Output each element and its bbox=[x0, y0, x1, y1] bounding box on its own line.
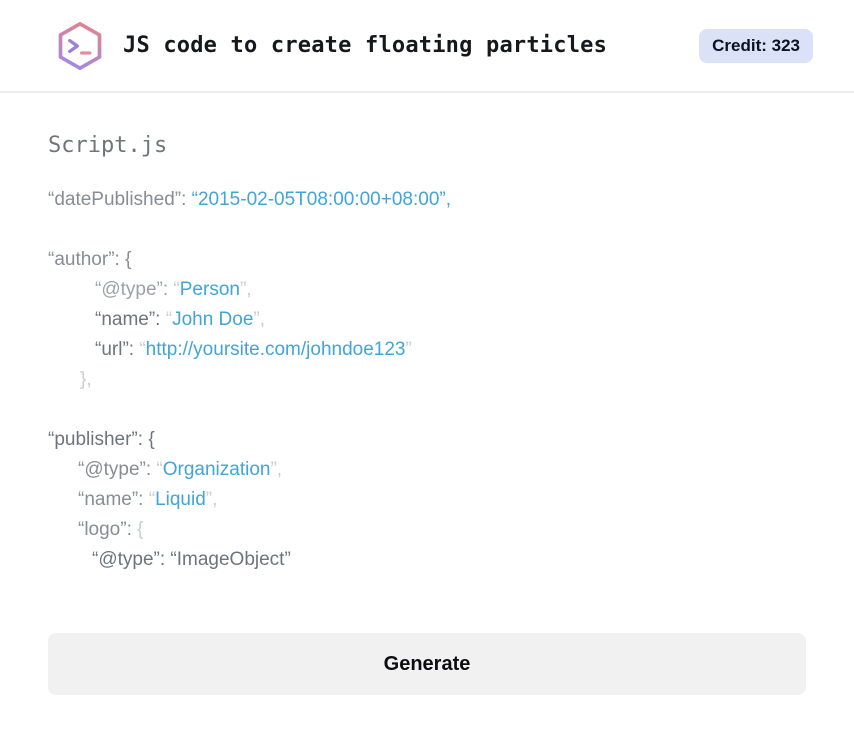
code-segment: “url”: bbox=[95, 339, 140, 360]
code-segment: “name”: bbox=[95, 309, 166, 330]
main-content: Script.js “datePublished”: “2015-02-05T0… bbox=[0, 133, 854, 695]
code-segment: “publisher”: { bbox=[48, 429, 155, 450]
code-segment: Person bbox=[179, 279, 240, 300]
code-segment: “2015-02-05T08:00:00+08:00”, bbox=[191, 189, 451, 210]
credit-badge: Credit: 323 bbox=[699, 28, 813, 63]
code-segment: Liquid bbox=[155, 489, 206, 510]
code-line: “publisher”: { bbox=[48, 425, 806, 455]
code-line: “@type”: “Person”, bbox=[48, 275, 806, 305]
script-filename: Script.js bbox=[48, 133, 168, 158]
code-segment: “author”: { bbox=[48, 249, 132, 270]
code-line: “@type”: “Organization”, bbox=[48, 455, 806, 485]
code-line: “author”: { bbox=[48, 245, 806, 275]
generate-button[interactable]: Generate bbox=[48, 633, 806, 695]
code-segment: “name”: bbox=[78, 489, 149, 510]
code-segment: ” bbox=[405, 339, 412, 360]
code-line: “url”: “http://yoursite.com/johndoe123” bbox=[48, 335, 806, 365]
code-segment: “@type”: bbox=[78, 459, 157, 480]
code-line: “@type”: “ImageObject” bbox=[48, 545, 806, 575]
code-line: “name”: “Liquid”, bbox=[48, 485, 806, 515]
code-line: “datePublished”: “2015-02-05T08:00:00+08… bbox=[48, 185, 806, 215]
code-segment: “logo”: bbox=[78, 519, 138, 540]
code-segment: John Doe bbox=[172, 309, 254, 330]
code-segment: ”, bbox=[253, 309, 266, 330]
code-line: }, bbox=[48, 365, 806, 395]
terminal-prompt-hexagon-icon bbox=[58, 21, 102, 70]
code-segment: ”, bbox=[270, 459, 283, 480]
chevron-prompt-icon bbox=[68, 38, 79, 53]
code-segment: “@type”: “ImageObject” bbox=[92, 549, 291, 570]
code-segment: “@type”: bbox=[95, 279, 174, 300]
hexagon-outline bbox=[58, 21, 102, 70]
code-segment: Organization bbox=[162, 459, 271, 480]
code-segment: ”, bbox=[239, 279, 252, 300]
code-line: “logo”: { bbox=[48, 515, 806, 545]
page-title: JS code to create floating particles bbox=[123, 33, 608, 58]
code-segment: }, bbox=[80, 369, 92, 390]
code-line: “name”: “John Doe”, bbox=[48, 305, 806, 335]
header: JS code to create floating particles Cre… bbox=[0, 0, 854, 93]
code-segment: http://yoursite.com/johndoe123 bbox=[145, 339, 406, 360]
code-block: “datePublished”: “2015-02-05T08:00:00+08… bbox=[48, 185, 806, 575]
code-segment: “datePublished”: bbox=[48, 189, 192, 210]
code-segment: { bbox=[137, 519, 144, 540]
code-segment: ”, bbox=[205, 489, 218, 510]
